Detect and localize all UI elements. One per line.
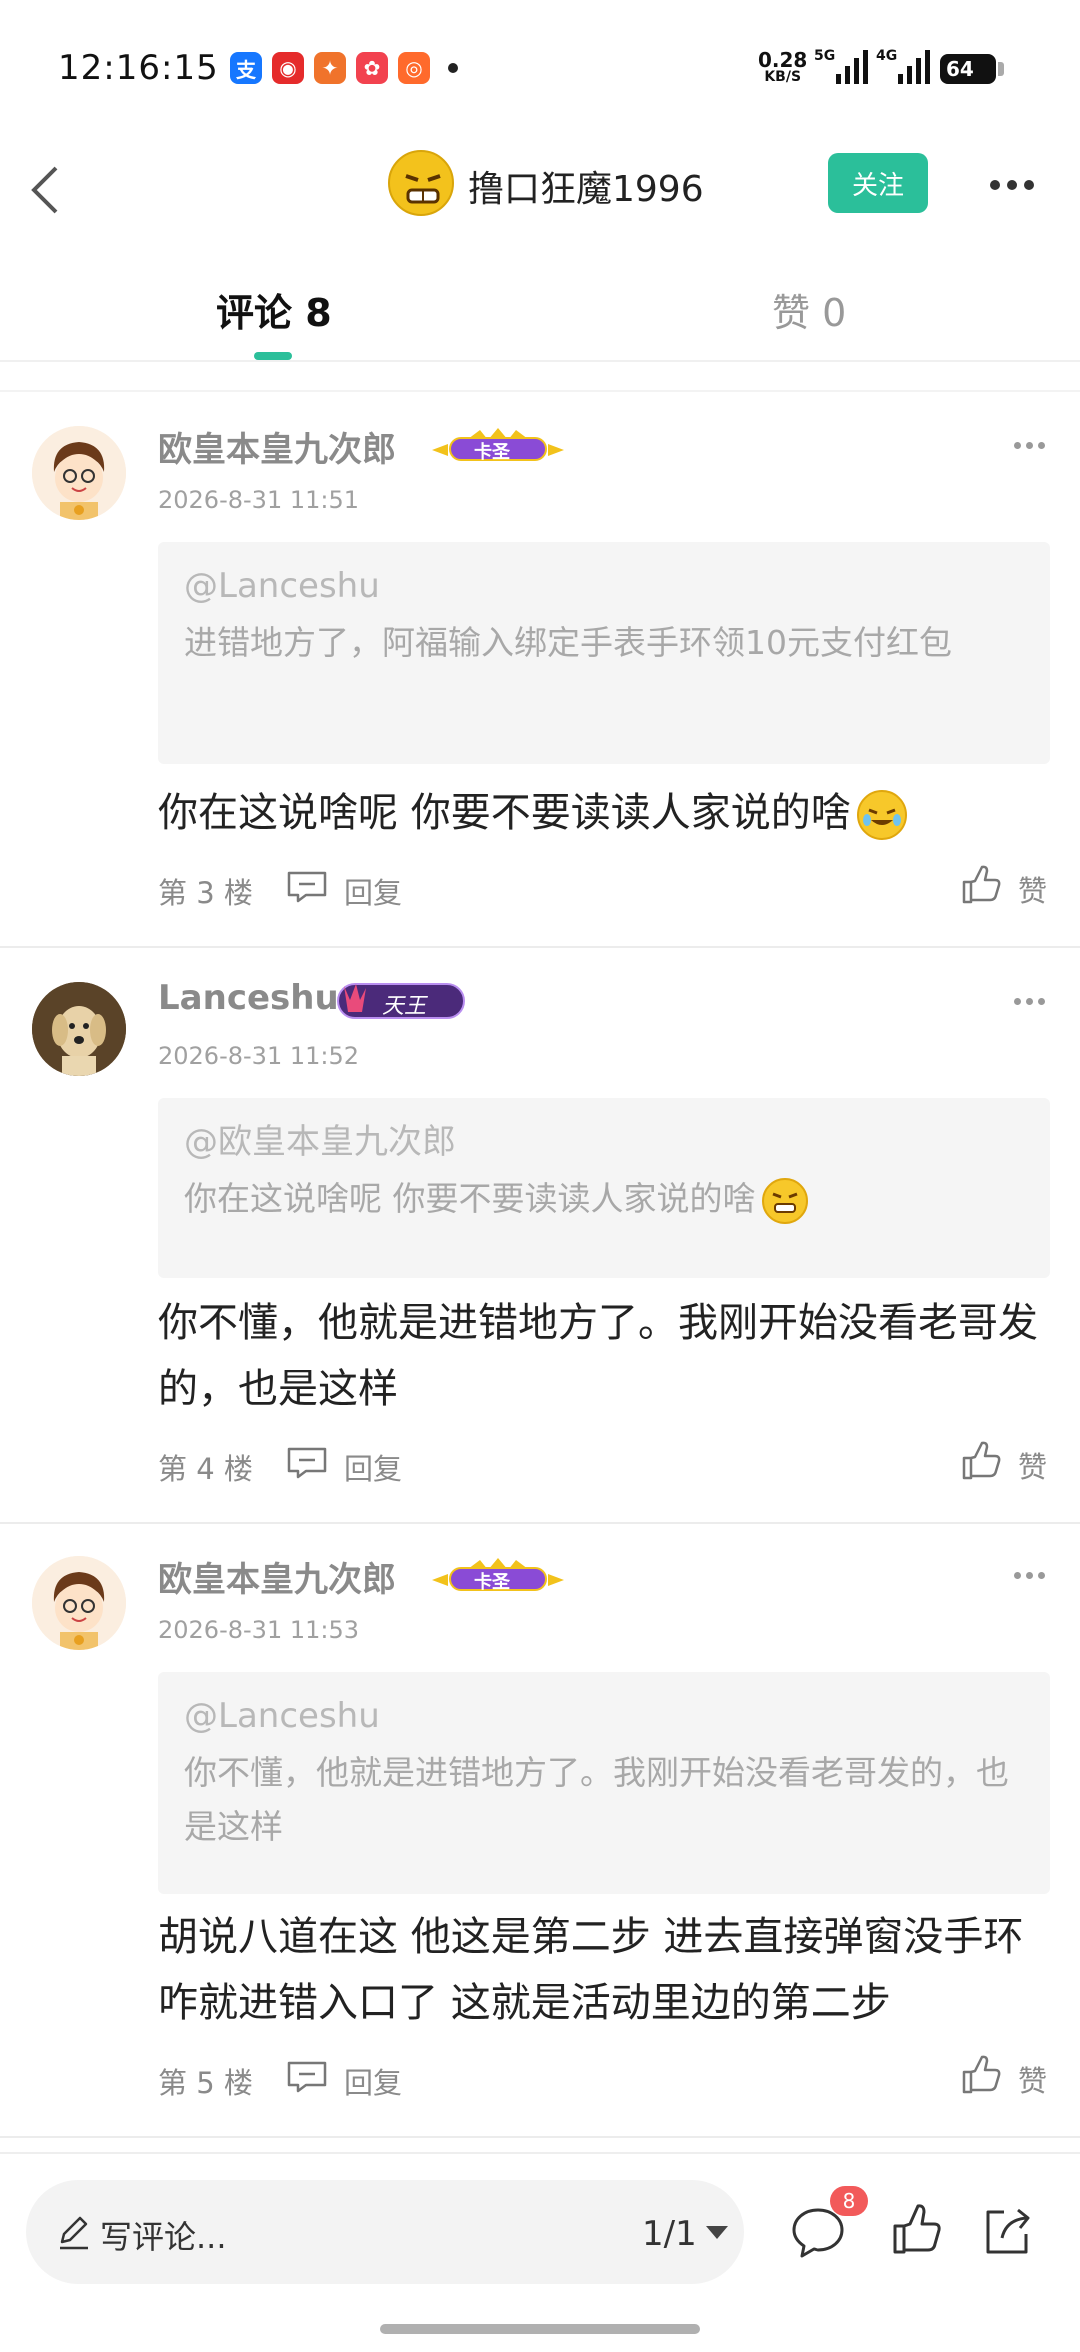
- like-button[interactable]: 赞: [1018, 2058, 1047, 2100]
- bottom-action-bar: 写评论... 1/1 8: [0, 2152, 1080, 2352]
- comment-footer: 第 3 楼 回复 赞: [158, 864, 1058, 914]
- page-indicator[interactable]: 1/1: [642, 2214, 697, 2254]
- grimace-emoji-icon: [405, 174, 441, 204]
- net-speed-value: 0.28: [758, 48, 808, 72]
- quoted-comment: @欧皇本皇九次郎 你在这说啥呢 你要不要读读人家说的啥: [158, 1098, 1050, 1278]
- clock: 12:16:15: [58, 48, 219, 88]
- avatar[interactable]: [388, 150, 454, 216]
- back-button[interactable]: [20, 154, 80, 224]
- laughing-emoji-icon: [856, 790, 907, 840]
- quoted-user: @Lanceshu: [184, 566, 380, 606]
- avatar[interactable]: [32, 982, 126, 1076]
- game-app-icon: ✦: [314, 52, 346, 84]
- reply-button[interactable]: 回复: [344, 1446, 402, 1488]
- floor-number: 第 3 楼: [158, 876, 253, 910]
- share-icon[interactable]: [980, 2202, 1034, 2258]
- comment-item: 欧皇本皇九次郎 卡圣 2026-8-31 11:51 @Lanceshu 进错地…: [0, 394, 1080, 948]
- quoted-text: 你不懂，他就是进错地方了。我刚开始没看老哥发的，也是这样: [184, 1753, 1009, 1846]
- caret-down-icon[interactable]: [706, 2226, 728, 2239]
- signal-5g-icon: 5G: [814, 48, 868, 84]
- tab-active-indicator: [254, 352, 292, 360]
- chevron-left-icon: [31, 166, 58, 214]
- thumbs-up-icon[interactable]: [890, 2202, 944, 2258]
- comment-footer: 第 5 楼 回复 赞: [158, 2054, 1058, 2104]
- top-nav: 撸口狂魔1996 关注: [0, 140, 1080, 250]
- comment-timestamp: 2026-8-31 11:51: [158, 486, 359, 514]
- like-button[interactable]: 赞: [1018, 868, 1047, 910]
- floor-number: 第 4 楼: [158, 1452, 253, 1486]
- home-indicator[interactable]: [380, 2324, 700, 2334]
- alipay-icon: 支: [230, 52, 262, 84]
- comment-body: 你在这说啥呢 你要不要读读人家说的啥: [158, 780, 1058, 846]
- level-badge: 卡圣: [428, 1552, 568, 1596]
- page-title: 撸口狂魔1996: [468, 169, 704, 210]
- reply-icon[interactable]: [286, 2060, 328, 2094]
- comment-more-icon[interactable]: [1014, 1572, 1045, 1579]
- quoted-user: @Lanceshu: [184, 1696, 380, 1736]
- comment-more-icon[interactable]: [1014, 442, 1045, 449]
- more-notifications-icon: [448, 63, 458, 73]
- level-badge-label: 天王: [382, 994, 427, 1019]
- comment-username[interactable]: Lanceshu: [158, 978, 339, 1018]
- comment-footer: 第 4 楼 回复 赞: [158, 1440, 1058, 1490]
- cartoon-boy-avatar-icon: [32, 1556, 126, 1650]
- level-badge-label: 卡圣: [474, 442, 510, 463]
- shopping-app-icon: ✿: [356, 52, 388, 84]
- cartoon-boy-avatar-icon: [32, 426, 126, 520]
- battery-level: 64: [946, 57, 974, 81]
- quoted-user: @欧皇本皇九次郎: [184, 1122, 456, 1162]
- comment-count-badge: 8: [830, 2186, 868, 2216]
- thumbs-up-icon[interactable]: [960, 2054, 1002, 2096]
- divider: [0, 364, 1080, 392]
- reply-icon[interactable]: [286, 870, 328, 904]
- comment-timestamp: 2026-8-31 11:52: [158, 1042, 359, 1070]
- comment-more-icon[interactable]: [1014, 998, 1045, 1005]
- thumbs-up-icon[interactable]: [960, 864, 1002, 906]
- tab-comments[interactable]: 评论 8: [216, 282, 332, 337]
- tab-bar: 评论 8 赞 0: [0, 262, 1080, 362]
- thumbs-up-icon[interactable]: [960, 1440, 1002, 1482]
- notification-icons: 支 ◉ ✦ ✿ ◎: [230, 52, 458, 84]
- comment-item: 欧皇本皇九次郎 卡圣 2026-8-31 11:53 @Lanceshu 你不懂…: [0, 1524, 1080, 2138]
- more-options-icon[interactable]: [990, 180, 1034, 190]
- quoted-text: 你在这说啥呢 你要不要读读人家说的啥: [184, 1172, 1024, 1226]
- tab-likes[interactable]: 赞 0: [772, 282, 846, 337]
- quoted-comment: @Lanceshu 进错地方了，阿福输入绑定手表手环领10元支付红包: [158, 542, 1050, 764]
- write-comment-placeholder: 写评论...: [100, 2218, 227, 2256]
- quoted-text: 进错地方了，阿福输入绑定手表手环领10元支付红包: [184, 623, 952, 662]
- comment-body: 胡说八道在这 他这是第二步 进去直接弹窗没手环 咋就进错入口了 这就是活动里边的…: [158, 1914, 1024, 2026]
- like-button[interactable]: 赞: [1018, 1444, 1047, 1486]
- signal-4g-label: 4G: [876, 48, 898, 64]
- level-badge-label: 卡圣: [474, 1572, 510, 1593]
- reply-button[interactable]: 回复: [344, 2060, 402, 2102]
- write-comment-input[interactable]: 写评论... 1/1: [26, 2180, 744, 2284]
- network-speed: 0.28 KB/S: [758, 50, 807, 85]
- grimace-emoji-icon: [761, 1177, 808, 1224]
- deals-app-icon: ◎: [398, 52, 430, 84]
- comment-text: 你在这说啥呢 你要不要读读人家说的啥: [158, 790, 851, 836]
- level-badge: 天王: [336, 978, 466, 1022]
- battery-icon: 64: [940, 54, 1004, 84]
- status-bar: 12:16:15 支 ◉ ✦ ✿ ◎ 0.28 KB/S 5G 4G 64: [0, 0, 1080, 140]
- floor-number: 第 5 楼: [158, 2066, 253, 2100]
- comment-item: Lanceshu 天王 2026-8-31 11:52 @欧皇本皇九次郎 你在这…: [0, 950, 1080, 1524]
- follow-button[interactable]: 关注: [828, 153, 928, 213]
- net-speed-unit: KB/S: [764, 69, 802, 85]
- dog-photo-avatar-icon: [32, 982, 126, 1076]
- pencil-icon: [60, 2216, 88, 2250]
- reply-button[interactable]: 回复: [344, 870, 402, 912]
- comment-body: 你不懂，他就是进错地方了。我刚开始没看老哥发的，也是这样: [158, 1300, 1038, 1412]
- comment-username[interactable]: 欧皇本皇九次郎: [158, 422, 396, 471]
- avatar[interactable]: [32, 426, 126, 520]
- signal-5g-label: 5G: [814, 48, 836, 64]
- bank-app-icon: ◉: [272, 52, 304, 84]
- comment-username[interactable]: 欧皇本皇九次郎: [158, 1552, 396, 1601]
- quoted-comment: @Lanceshu 你不懂，他就是进错地方了。我刚开始没看老哥发的，也是这样: [158, 1672, 1050, 1894]
- level-badge: 卡圣: [428, 422, 568, 466]
- quoted-text-content: 你在这说啥呢 你要不要读读人家说的啥: [184, 1179, 756, 1218]
- avatar[interactable]: [32, 1556, 126, 1650]
- comment-timestamp: 2026-8-31 11:53: [158, 1616, 359, 1644]
- signal-4g-icon: 4G: [876, 48, 930, 84]
- reply-icon[interactable]: [286, 1446, 328, 1480]
